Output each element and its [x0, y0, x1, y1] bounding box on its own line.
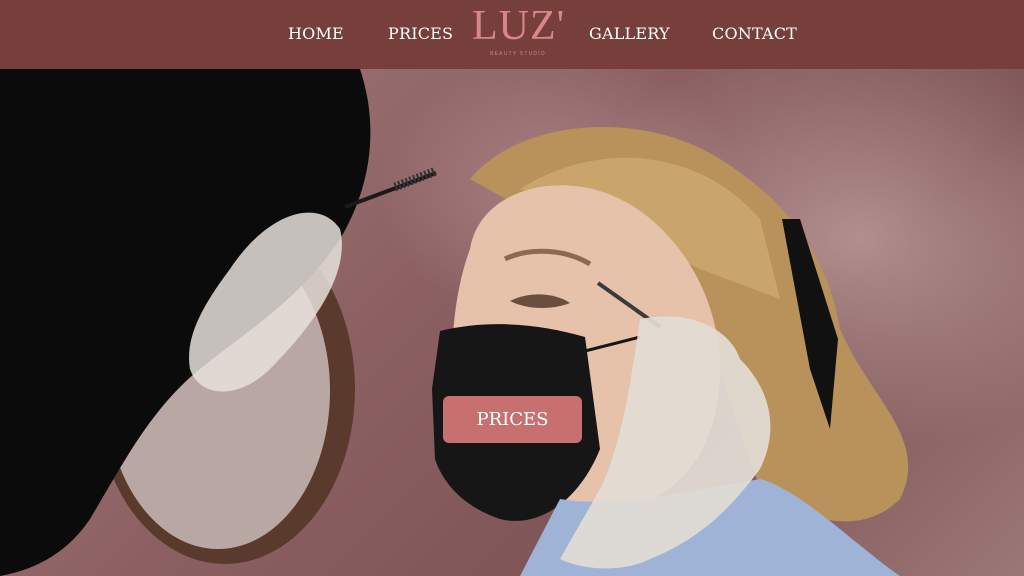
nav-prices[interactable]: PRICES [388, 24, 453, 43]
hero-photo [0, 69, 1024, 576]
nav-contact[interactable]: CONTACT [712, 24, 797, 43]
logo[interactable]: LUZ' BEAUTY STUDIO [472, 4, 564, 64]
prices-cta-button[interactable]: PRICES [443, 396, 582, 443]
nav-gallery[interactable]: GALLERY [589, 24, 670, 43]
nav-home[interactable]: HOME [288, 24, 344, 43]
logo-subtext: BEAUTY STUDIO [490, 51, 546, 57]
navbar: HOME PRICES LUZ' BEAUTY STUDIO GALLERY C… [0, 0, 1024, 69]
hero-illustration [0, 69, 909, 576]
logo-text: LUZ' [472, 3, 566, 49]
